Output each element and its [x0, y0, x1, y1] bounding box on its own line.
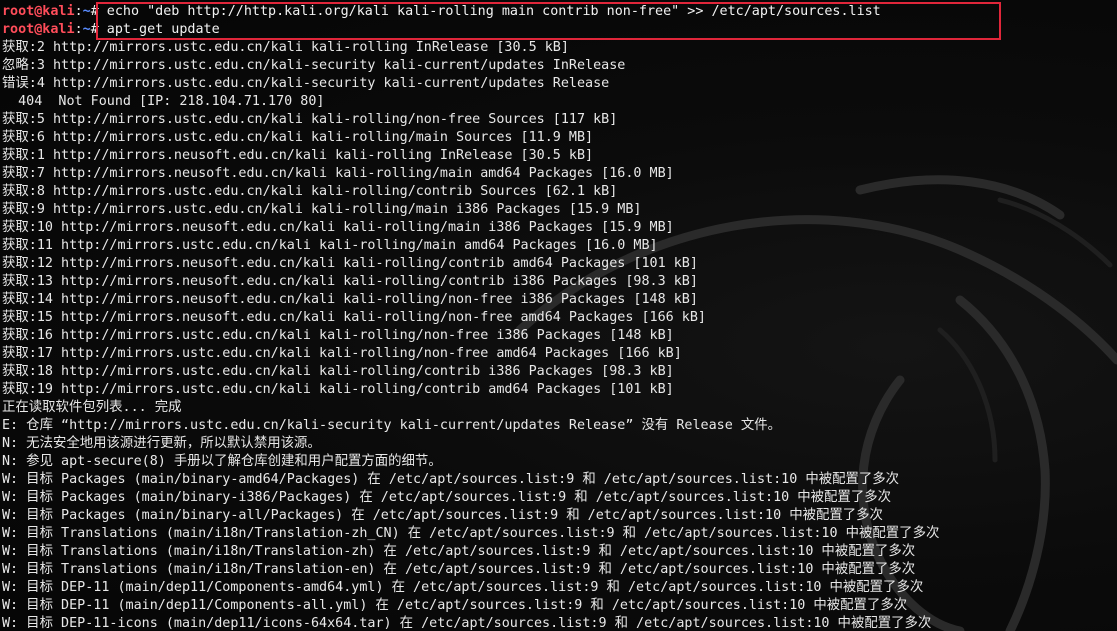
output-line: N: 无法安全地用该源进行更新，所以默认禁用该源。 [2, 436, 321, 451]
output-line: W: 目标 Packages (main/binary-all/Packages… [2, 508, 883, 523]
command-text[interactable]: # echo "deb http://http.kali.org/kali ka… [91, 4, 881, 19]
output-line: 错误:4 http://mirrors.ustc.edu.cn/kali-sec… [2, 76, 610, 91]
output-line: W: 目标 Translations (main/i18n/Translatio… [2, 526, 940, 541]
command-text[interactable]: # apt-get update [91, 22, 220, 37]
output-line: 正在读取软件包列表... 完成 [2, 400, 182, 415]
output-line: 获取:11 http://mirrors.ustc.edu.cn/kali ka… [2, 238, 658, 253]
output-line: 获取:17 http://mirrors.ustc.edu.cn/kali ka… [2, 346, 682, 361]
output-line: W: 目标 Translations (main/i18n/Translatio… [2, 544, 916, 559]
command-line: root@kali:~# apt-get update [2, 21, 939, 39]
prompt-separator: : [74, 22, 83, 37]
output-line: 忽略:3 http://mirrors.ustc.edu.cn/kali-sec… [2, 58, 626, 73]
terminal-window[interactable]: root@kali:~# echo "deb http://http.kali.… [0, 0, 1117, 631]
output-line: 获取:18 http://mirrors.ustc.edu.cn/kali ka… [2, 364, 674, 379]
output-line: 获取:13 http://mirrors.neusoft.edu.cn/kali… [2, 274, 698, 289]
output-line: 获取:6 http://mirrors.ustc.edu.cn/kali kal… [2, 130, 594, 145]
output-line: 获取:19 http://mirrors.ustc.edu.cn/kali ka… [2, 382, 674, 397]
prompt-separator: : [74, 4, 83, 19]
output-line: 获取:15 http://mirrors.neusoft.edu.cn/kali… [2, 310, 706, 325]
output-line: 获取:5 http://mirrors.ustc.edu.cn/kali kal… [2, 112, 618, 127]
output-line: 获取:12 http://mirrors.neusoft.edu.cn/kali… [2, 256, 698, 271]
command-line: root@kali:~# echo "deb http://http.kali.… [2, 3, 939, 21]
terminal-output: root@kali:~# echo "deb http://http.kali.… [2, 3, 939, 631]
output-line: 获取:2 http://mirrors.ustc.edu.cn/kali kal… [2, 40, 569, 55]
output-line: 获取:16 http://mirrors.ustc.edu.cn/kali ka… [2, 328, 674, 343]
prompt-path: ~ [82, 22, 91, 37]
output-line: W: 目标 DEP-11-icons (main/dep11/icons-64x… [2, 616, 932, 631]
output-line: W: 目标 Translations (main/i18n/Translatio… [2, 562, 916, 577]
output-line: 获取:9 http://mirrors.ustc.edu.cn/kali kal… [2, 202, 642, 217]
prompt-path: ~ [82, 4, 91, 19]
output-line: 获取:1 http://mirrors.neusoft.edu.cn/kali … [2, 148, 594, 163]
output-line: 获取:8 http://mirrors.ustc.edu.cn/kali kal… [2, 184, 618, 199]
output-line: E: 仓库 “http://mirrors.ustc.edu.cn/kali-s… [2, 418, 781, 433]
output-line: W: 目标 DEP-11 (main/dep11/Components-amd6… [2, 580, 924, 595]
prompt-user: root@kali [2, 22, 75, 37]
output-line: 获取:10 http://mirrors.neusoft.edu.cn/kali… [2, 220, 674, 235]
output-line: 获取:7 http://mirrors.neusoft.edu.cn/kali … [2, 166, 674, 181]
output-line: W: 目标 DEP-11 (main/dep11/Components-all.… [2, 598, 908, 613]
output-line: 404 Not Found [IP: 218.104.71.170 80] [2, 94, 325, 109]
prompt-user: root@kali [2, 4, 75, 19]
output-line: 获取:14 http://mirrors.neusoft.edu.cn/kali… [2, 292, 698, 307]
output-line: W: 目标 Packages (main/binary-amd64/Packag… [2, 472, 900, 487]
output-line: N: 参见 apt-secure(8) 手册以了解仓库创建和用户配置方面的细节。 [2, 454, 442, 469]
output-line: W: 目标 Packages (main/binary-i386/Package… [2, 490, 891, 505]
